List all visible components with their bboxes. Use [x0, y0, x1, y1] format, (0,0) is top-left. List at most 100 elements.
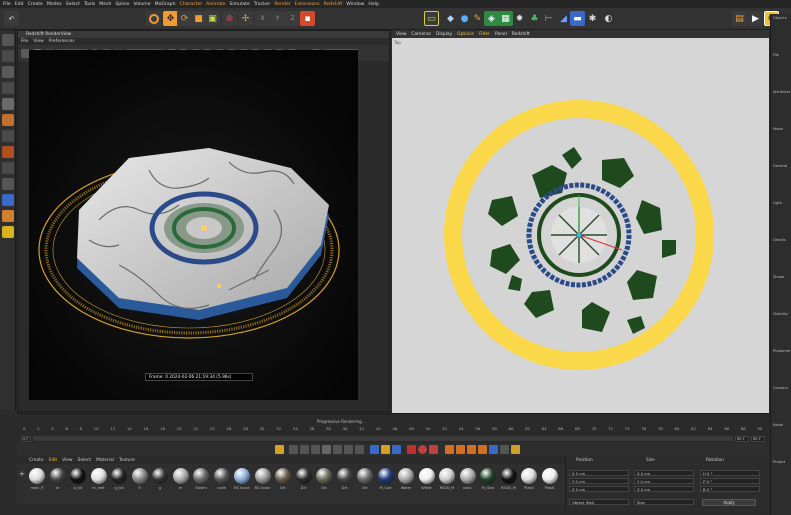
motion-icon[interactable]: [500, 445, 509, 454]
snap-icon[interactable]: ⊕: [222, 11, 237, 26]
size-x-field[interactable]: X 0 cm: [634, 470, 694, 476]
menu-mograph[interactable]: MoGraph: [155, 2, 176, 7]
material-menu-material[interactable]: Material: [96, 458, 114, 463]
viewport-canvas[interactable]: [392, 30, 769, 426]
viewport-menu-display[interactable]: Display: [436, 32, 452, 37]
material-swatch[interactable]: [521, 468, 537, 484]
material-swatch[interactable]: [295, 468, 312, 484]
subdivision-icon[interactable]: ◈: [484, 11, 499, 26]
polygons-mode-icon[interactable]: [2, 114, 14, 126]
key-all-icon[interactable]: [429, 445, 438, 454]
material-swatch[interactable]: [336, 468, 353, 484]
menu-edit[interactable]: Edit: [15, 2, 24, 7]
material-swatch[interactable]: [500, 468, 517, 484]
material-menu-select[interactable]: Select: [78, 458, 92, 463]
lock-icon[interactable]: [2, 194, 14, 206]
keyframe-icon[interactable]: [275, 445, 284, 454]
apply-button[interactable]: Apply: [702, 499, 756, 506]
go-start-icon[interactable]: [289, 445, 298, 454]
material-swatch[interactable]: [357, 468, 373, 484]
menu-simulate[interactable]: Simulate: [229, 2, 249, 7]
material-swatch[interactable]: [254, 468, 271, 484]
pos-key-icon[interactable]: [445, 445, 454, 454]
menu-extensions[interactable]: Extensions: [295, 2, 320, 7]
menu-modes[interactable]: Modes: [47, 2, 62, 7]
panel-label-file[interactable]: File: [773, 53, 790, 58]
pen-icon[interactable]: ✎: [470, 11, 485, 26]
material-swatch[interactable]: [377, 468, 394, 484]
deformer-icon[interactable]: ⊢: [541, 11, 556, 26]
menu-help[interactable]: Help: [368, 2, 378, 7]
panel-label-noise[interactable]: Noise: [773, 423, 790, 428]
record-key-icon[interactable]: [381, 445, 390, 454]
paint-icon[interactable]: [2, 226, 14, 238]
menu-file[interactable]: File: [3, 2, 11, 7]
menu-redshift[interactable]: Redshift: [324, 2, 343, 7]
menu-tracker[interactable]: Tracker: [254, 2, 271, 7]
workplane-icon[interactable]: [2, 178, 14, 190]
material-swatch[interactable]: [234, 468, 250, 484]
menu-render[interactable]: Render: [274, 2, 290, 7]
undo-icon[interactable]: ↶: [4, 11, 19, 26]
material-swatch[interactable]: [90, 468, 107, 484]
move-mode-icon[interactable]: [146, 11, 161, 26]
field-icon[interactable]: ♣: [527, 11, 542, 26]
timeline-range-bar[interactable]: [33, 436, 733, 441]
coordinate-system-icon[interactable]: ▪: [300, 11, 315, 26]
panel-label-photometric[interactable]: Photometric: [773, 349, 790, 354]
size-z-field[interactable]: Z 0 cm: [634, 486, 694, 492]
material-swatch[interactable]: [418, 468, 435, 484]
rotation-b-field[interactable]: B 0 °: [700, 486, 760, 492]
position-z-field[interactable]: Z 0 cm: [569, 486, 629, 492]
render-region-icon[interactable]: ▭: [424, 11, 439, 26]
cube-icon[interactable]: ◆: [443, 11, 458, 26]
viewport-menu-cameras[interactable]: Cameras: [411, 32, 431, 37]
sculpt-icon[interactable]: [2, 146, 14, 158]
panel-label-shape[interactable]: Shape: [773, 275, 790, 280]
material-menu-edit[interactable]: Edit: [49, 458, 58, 463]
menu-tools[interactable]: Tools: [84, 2, 95, 7]
edges-mode-icon[interactable]: [2, 98, 14, 110]
viewport-top[interactable]: Top Grid Spacing : 100 cm: [392, 30, 769, 426]
auto-key-icon[interactable]: [392, 445, 401, 454]
material-menu-texture[interactable]: Texture: [119, 458, 135, 463]
texture-mode-icon[interactable]: [2, 50, 14, 62]
material-swatch[interactable]: [70, 468, 86, 484]
rotation-h-field[interactable]: H 0 °: [700, 470, 760, 476]
play-icon[interactable]: [322, 445, 331, 454]
material-swatch[interactable]: [398, 468, 414, 484]
panel-label-details[interactable]: Details: [773, 238, 790, 243]
prev-key-icon[interactable]: [300, 445, 309, 454]
bulb-icon[interactable]: ◐: [601, 11, 616, 26]
menu-spline[interactable]: Spline: [115, 2, 129, 7]
panel-label-mode[interactable]: Mode: [773, 127, 790, 132]
timeline-window-icon[interactable]: [511, 445, 520, 454]
coordinate-mode-select[interactable]: Object (Rel): [569, 499, 629, 505]
material-swatch[interactable]: [152, 468, 168, 484]
material-menu-view[interactable]: View: [62, 458, 72, 463]
record-icon[interactable]: [407, 445, 416, 454]
snap-toggle-icon[interactable]: [2, 162, 14, 174]
start-frame-field[interactable]: 0 F: [21, 436, 31, 442]
panel-label-general[interactable]: General: [773, 164, 790, 169]
go-end-icon[interactable]: [355, 445, 364, 454]
material-menu-create[interactable]: Create: [29, 458, 44, 463]
material-swatch[interactable]: [111, 468, 127, 484]
end-frame-field-2[interactable]: 90 F: [751, 436, 765, 442]
model-mode-icon[interactable]: [2, 34, 14, 46]
menu-mesh[interactable]: Mesh: [99, 2, 111, 7]
next-frame-icon[interactable]: [333, 445, 342, 454]
stop-record-icon[interactable]: [418, 445, 427, 454]
material-swatch[interactable]: [131, 468, 148, 484]
material-swatch[interactable]: [172, 468, 189, 484]
rot-key-icon[interactable]: [456, 445, 465, 454]
render-icon[interactable]: ▶: [748, 11, 763, 26]
light-icon[interactable]: ✱: [585, 11, 600, 26]
select-tool-icon[interactable]: ▣: [205, 11, 220, 26]
menu-create[interactable]: Create: [28, 2, 43, 7]
panel-label-caustics[interactable]: Caustics: [773, 386, 790, 391]
material-swatch[interactable]: [480, 468, 496, 484]
add-material-icon[interactable]: +: [19, 470, 27, 478]
panel-label-attributes[interactable]: Attributes: [773, 90, 790, 95]
x-axis-icon[interactable]: X: [255, 11, 270, 26]
